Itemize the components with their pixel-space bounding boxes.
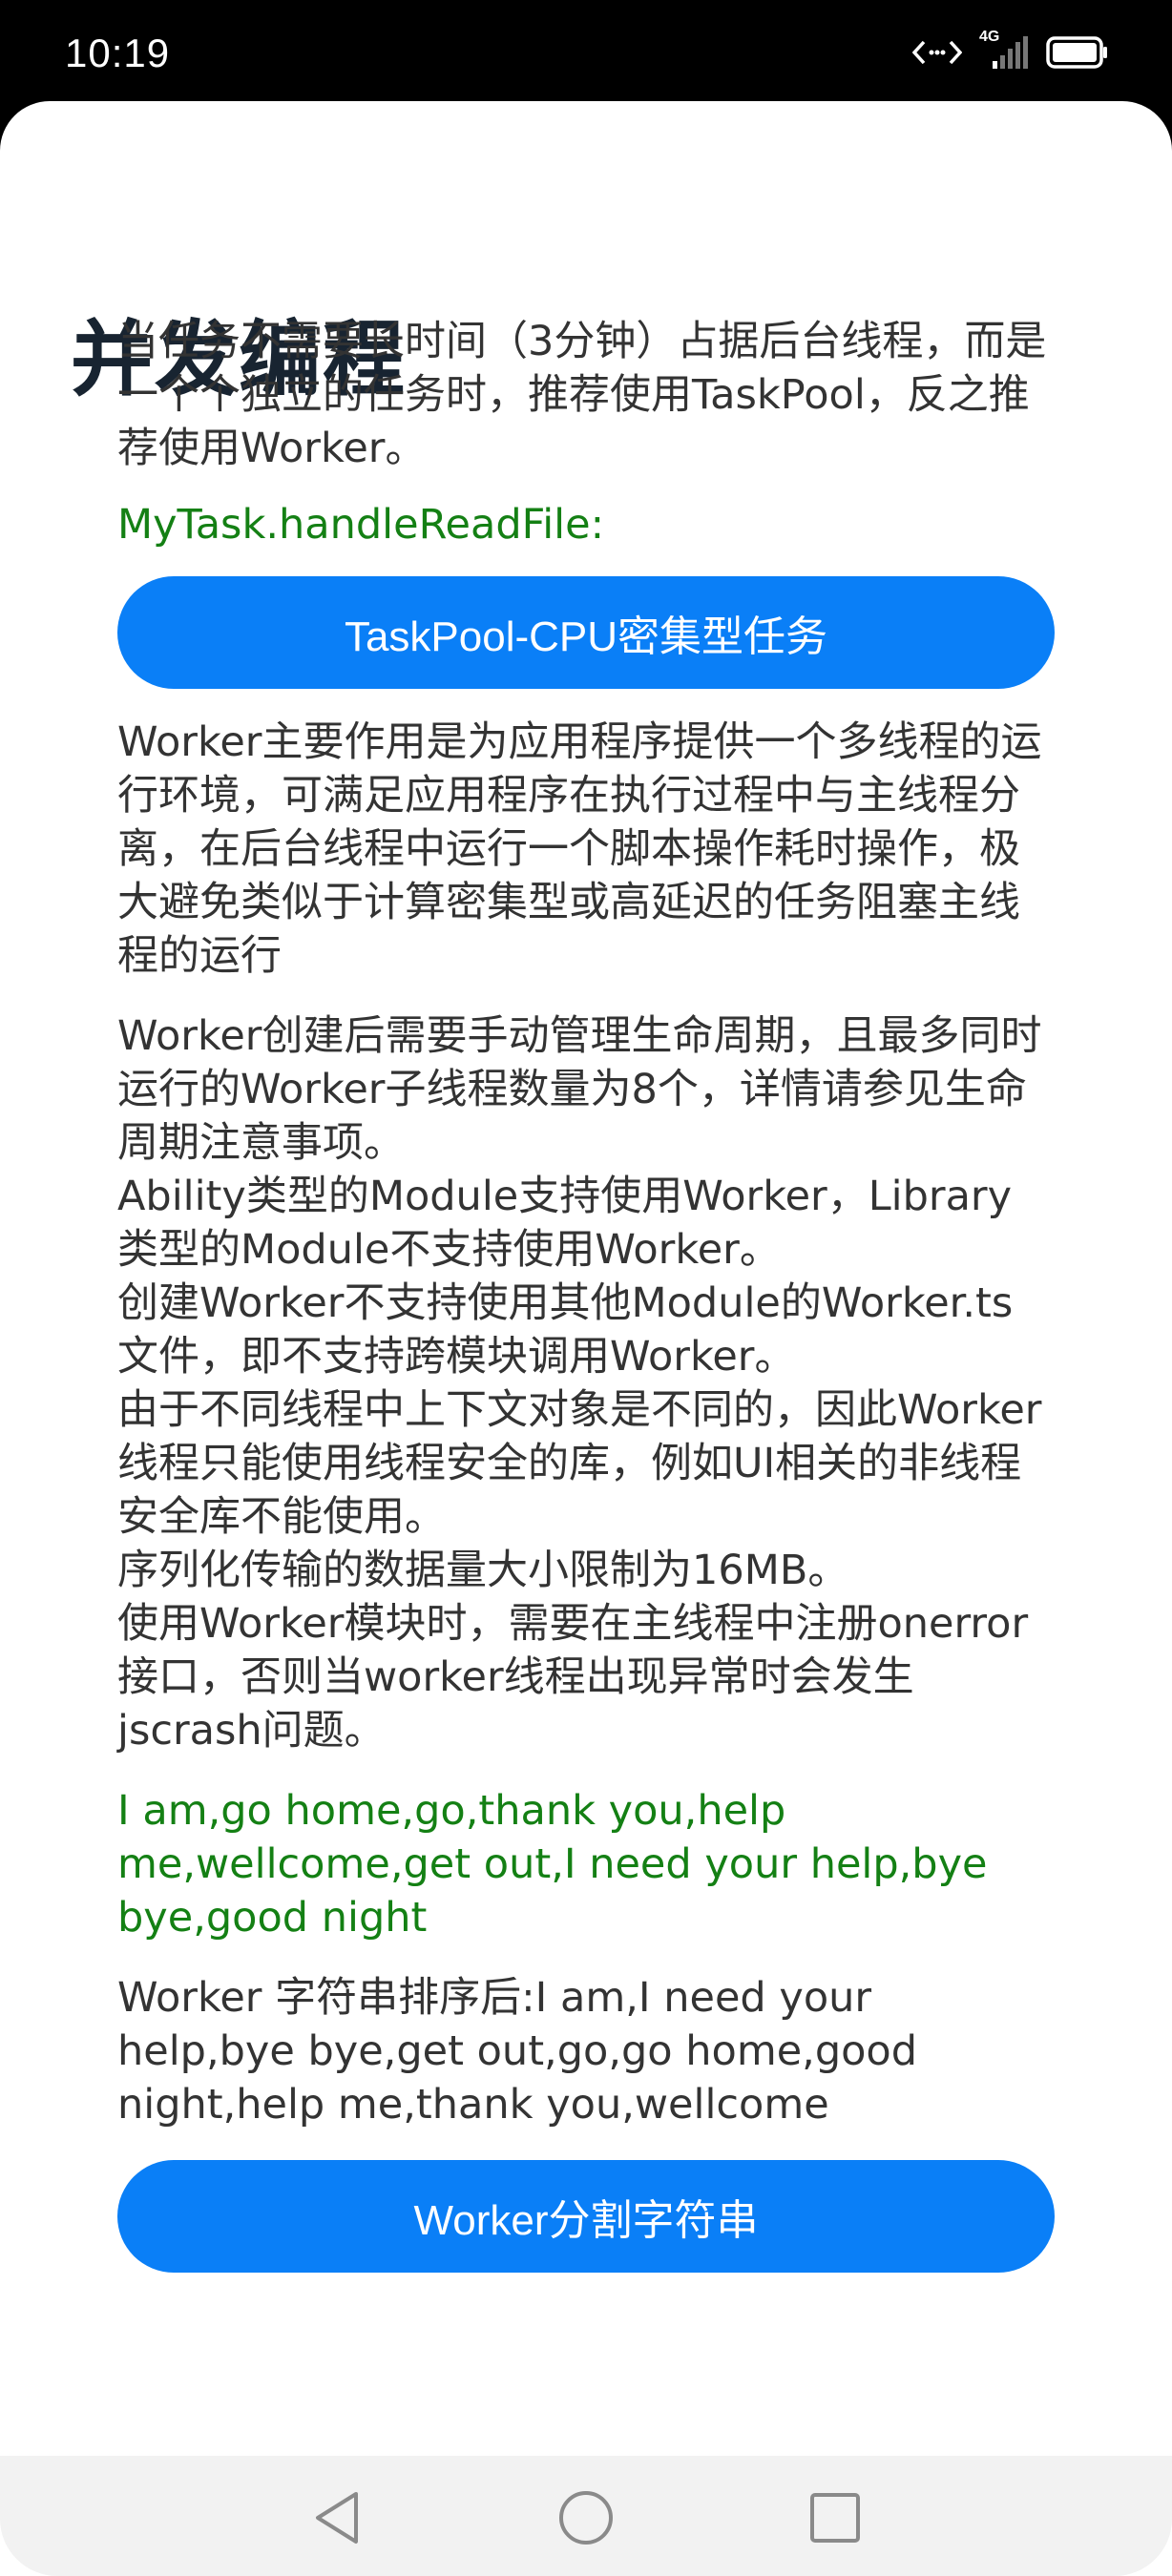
recents-icon[interactable] [802,2484,869,2551]
taskpool-cpu-button[interactable]: TaskPool-CPU密集型任务 [117,576,1055,689]
status-bar: 10:19 4G [0,0,1172,105]
worker-description: Worker主要作用是为应用程序提供一个多线程的运行环境，可满足应用程序在执行过… [117,718,1042,980]
worker-note: 由于不同线程中上下文对象是不同的，因此Worker线程只能使用线程安全的库，例如… [117,1386,1042,1541]
signal-icon: 4G [979,29,1029,71]
worker-note: 序列化传输的数据量大小限制为16MB。 [117,1547,849,1594]
content-column: 当任务不需要长时间（3分钟）占据后台线程，而是一个个独立的任务时，推荐使用Tas… [117,315,1055,2273]
intro-text: 当任务不需要长时间（3分钟）占据后台线程，而是一个个独立的任务时，推荐使用Tas… [117,318,1047,472]
input-strings-text: I am,go home,go,thank you,help me,wellco… [117,1787,988,1942]
worker-note: 创建Worker不支持使用其他Module的Worker.ts文件，即不支持跨模… [117,1279,1014,1381]
navigation-bar [0,2456,1172,2576]
worker-note: Worker创建后需要手动管理生命周期，且最多同时运行的Worker子线程数量为… [117,1012,1042,1167]
back-icon[interactable] [303,2484,370,2551]
home-icon[interactable] [553,2484,619,2551]
data-transfer-icon [912,38,962,67]
worker-split-string-button[interactable]: Worker分割字符串 [117,2160,1055,2273]
worker-note: Ability类型的Module支持使用Worker，Library类型的Mod… [117,1173,1013,1274]
worker-notes: Worker创建后需要手动管理生命周期，且最多同时运行的Worker子线程数量为… [117,1009,1053,1757]
sorted-result-text: Worker 字符串排序后:I am,I need your help,bye … [117,1974,918,2129]
status-icons: 4G [912,29,1109,71]
worker-note: 使用Worker模块时，需要在主线程中注册onerror接口，否则当worker… [117,1600,1029,1755]
battery-icon [1046,35,1109,70]
taskpool-result-text: MyTask.handleReadFile: [117,501,605,549]
status-time: 10:19 [65,31,171,75]
